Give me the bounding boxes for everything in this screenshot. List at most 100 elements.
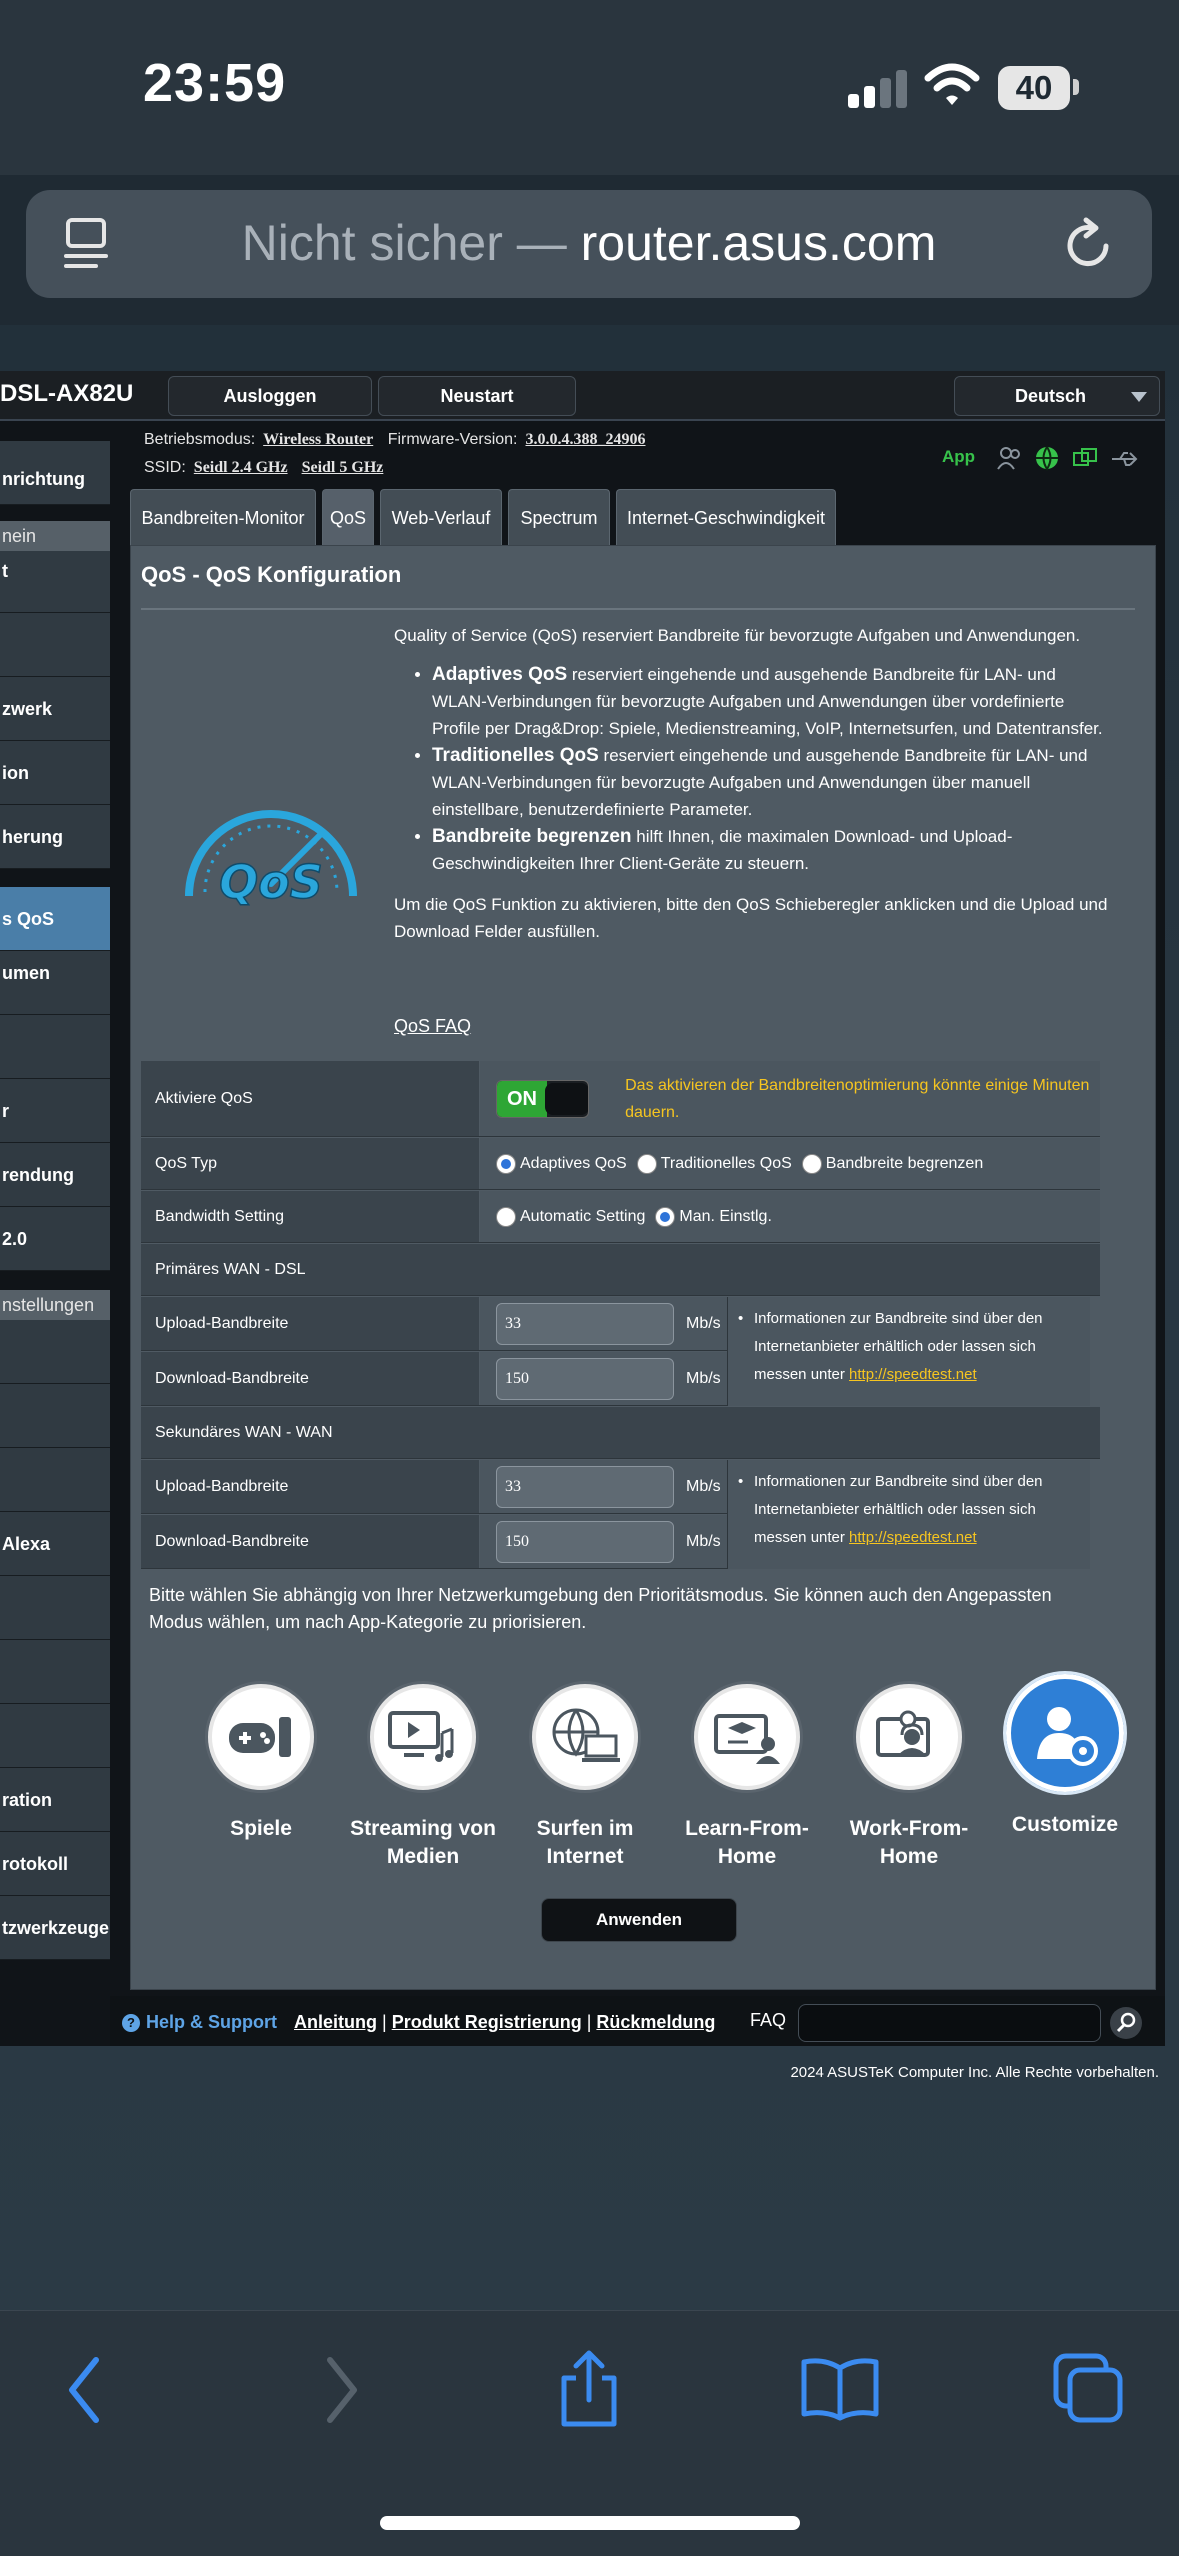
- primary-bandwidth-note: Informationen zur Bandbreite sind über d…: [727, 1297, 1090, 1406]
- sidebar-item-0[interactable]: nrichtung: [0, 441, 110, 505]
- sidebar-item-21[interactable]: ration: [0, 1768, 110, 1832]
- sidebar-item-8[interactable]: umen: [0, 951, 110, 1015]
- speedtest-link[interactable]: http://speedtest.net: [849, 1529, 977, 1546]
- gamepad-icon: [205, 1681, 317, 1793]
- radio-traditional-qos[interactable]: Traditionelles QoS: [636, 1153, 792, 1174]
- speedtest-link[interactable]: http://speedtest.net: [849, 1366, 977, 1383]
- help-support-link[interactable]: ? Help & Support: [122, 2012, 277, 2033]
- page-title: QoS - QoS Konfiguration: [141, 562, 402, 587]
- firmware-label: Firmware-Version:: [387, 431, 518, 448]
- radio-manual-setting[interactable]: Man. Einstlg.: [655, 1206, 772, 1227]
- share-icon[interactable]: [556, 2348, 622, 2428]
- sidebar-item-7[interactable]: s QoS: [0, 887, 110, 951]
- sidebar-item-4[interactable]: zwerk: [0, 677, 110, 741]
- ssid-5-link[interactable]: Seidl 5 GHz: [302, 459, 384, 476]
- usb-icon[interactable]: [1110, 449, 1140, 469]
- primary-download-input[interactable]: 150: [496, 1357, 674, 1400]
- secondary-download-input[interactable]: 150: [496, 1520, 674, 1563]
- sidebar-item-22[interactable]: rotokoll: [0, 1832, 110, 1896]
- mode-web-surfing[interactable]: Surfen im Internet: [500, 1681, 670, 1871]
- wifi-icon: [924, 63, 980, 105]
- mode-work-from-home[interactable]: Work-From- Home: [824, 1681, 994, 1871]
- mode-label-line2: Home: [717, 1845, 777, 1868]
- reboot-button[interactable]: Neustart: [378, 376, 576, 416]
- tabs-icon[interactable]: [1052, 2352, 1124, 2424]
- back-icon[interactable]: [62, 2350, 108, 2430]
- language-value: Deutsch: [1015, 386, 1087, 406]
- sidebar-item-23[interactable]: tzwerkzeuge: [0, 1896, 110, 1960]
- search-icon[interactable]: [1110, 2007, 1142, 2039]
- unit-label: Mb/s: [686, 1314, 721, 1332]
- sidebar-item-5[interactable]: ion: [0, 741, 110, 805]
- primary-upload-input[interactable]: 33: [496, 1302, 674, 1345]
- sidebar-item-16[interactable]: [0, 1448, 110, 1512]
- sidebar-item-3[interactable]: [0, 613, 110, 677]
- primary-download-value: 150 Mb/s: [480, 1352, 737, 1405]
- internet-globe-icon[interactable]: [1034, 445, 1060, 471]
- qos-content-panel: QoS - QoS Konfiguration QoS Quality of S…: [130, 545, 1156, 1990]
- unit-label: Mb/s: [686, 1532, 721, 1550]
- secondary-wan-header: Sekundäres WAN - WAN: [141, 1407, 1100, 1459]
- bookmarks-icon[interactable]: [800, 2356, 880, 2422]
- qos-activate-hint: Um die QoS Funktion zu aktivieren, bitte…: [394, 895, 1108, 941]
- home-indicator: [380, 2516, 800, 2530]
- radio-label: Man. Einstlg.: [679, 1207, 772, 1225]
- radio-bandwidth-limit[interactable]: Bandbreite begrenzen: [801, 1153, 983, 1174]
- feedback-link[interactable]: Rückmeldung: [596, 2012, 715, 2032]
- sidebar-item-17[interactable]: Alexa: [0, 1512, 110, 1576]
- manual-link[interactable]: Anleitung: [294, 2012, 377, 2032]
- sidebar-item-18[interactable]: [0, 1576, 110, 1640]
- ssid-label: SSID:: [144, 459, 186, 476]
- app-link[interactable]: App: [942, 447, 975, 467]
- network-icon[interactable]: [1072, 447, 1098, 471]
- battery-nub: [1073, 79, 1079, 95]
- radio-adaptive-qos[interactable]: Adaptives QoS: [496, 1153, 627, 1174]
- firmware-link[interactable]: 3.0.0.4.388_24906: [526, 431, 646, 448]
- qos-faq-link[interactable]: QoS FAQ: [394, 1016, 471, 1037]
- sidebar-item-19[interactable]: [0, 1640, 110, 1704]
- sidebar-item-15[interactable]: [0, 1384, 110, 1448]
- mode-gaming[interactable]: Spiele: [176, 1681, 346, 1843]
- sidebar-item-6[interactable]: herung: [0, 805, 110, 869]
- language-select[interactable]: Deutsch: [954, 376, 1160, 416]
- url-bar[interactable]: Nicht sicher — router.asus.com: [26, 190, 1152, 298]
- secondary-upload-input[interactable]: 33: [496, 1465, 674, 1508]
- toggle-on-label: ON: [497, 1080, 547, 1117]
- mode-link[interactable]: Wireless Router: [263, 431, 373, 448]
- chevron-down-icon: [1131, 392, 1147, 402]
- mode-customize[interactable]: Customize: [980, 1671, 1150, 1839]
- question-icon: ?: [122, 2014, 140, 2033]
- sidebar-item-9[interactable]: [0, 1015, 110, 1079]
- mode-label-line1: Learn-From-: [685, 1817, 809, 1840]
- sidebar-item-12[interactable]: 2.0: [0, 1207, 110, 1271]
- unit-label: Mb/s: [686, 1369, 721, 1387]
- sidebar-item-2[interactable]: t: [0, 551, 110, 613]
- tab-spectrum[interactable]: Spectrum: [508, 489, 610, 545]
- title-divider: [141, 608, 1135, 610]
- sidebar-item-20[interactable]: [0, 1704, 110, 1768]
- faq-search-input[interactable]: [798, 2004, 1101, 2042]
- ios-status-bar: 23:59 40: [0, 0, 1179, 175]
- sidebar-item-14[interactable]: [0, 1320, 110, 1384]
- footer-links: Anleitung | Produkt Registrierung | Rück…: [294, 2012, 716, 2032]
- tab-qos[interactable]: QoS: [322, 489, 374, 545]
- sidebar-item-10[interactable]: r: [0, 1079, 110, 1143]
- ssid-24-link[interactable]: Seidl 2.4 GHz: [194, 459, 288, 476]
- reload-icon[interactable]: [1062, 216, 1118, 272]
- mode-learn-from-home[interactable]: Learn-From- Home: [662, 1681, 832, 1871]
- logout-button[interactable]: Ausloggen: [168, 376, 372, 416]
- tab-web-history[interactable]: Web-Verlauf: [380, 489, 502, 545]
- product-registration-link[interactable]: Produkt Registrierung: [392, 2012, 582, 2032]
- apply-button[interactable]: Anwenden: [541, 1898, 737, 1942]
- qos-logo-text: QoS: [219, 855, 323, 906]
- qos-toggle[interactable]: ON: [496, 1079, 590, 1118]
- tab-bandwidth-monitor[interactable]: Bandbreiten-Monitor: [130, 489, 316, 545]
- forward-icon[interactable]: [318, 2350, 364, 2430]
- radio-automatic-setting[interactable]: Automatic Setting: [496, 1206, 645, 1227]
- url-text[interactable]: Nicht sicher — router.asus.com: [26, 214, 1152, 272]
- clients-icon[interactable]: [996, 445, 1024, 471]
- sidebar-item-11[interactable]: rendung: [0, 1143, 110, 1207]
- tab-internet-speed[interactable]: Internet-Geschwindigkeit: [616, 489, 836, 545]
- mode-media-streaming[interactable]: Streaming von Medien: [338, 1681, 508, 1871]
- enable-qos-row: Aktiviere QoS ON Das aktivieren der Band…: [141, 1061, 1100, 1137]
